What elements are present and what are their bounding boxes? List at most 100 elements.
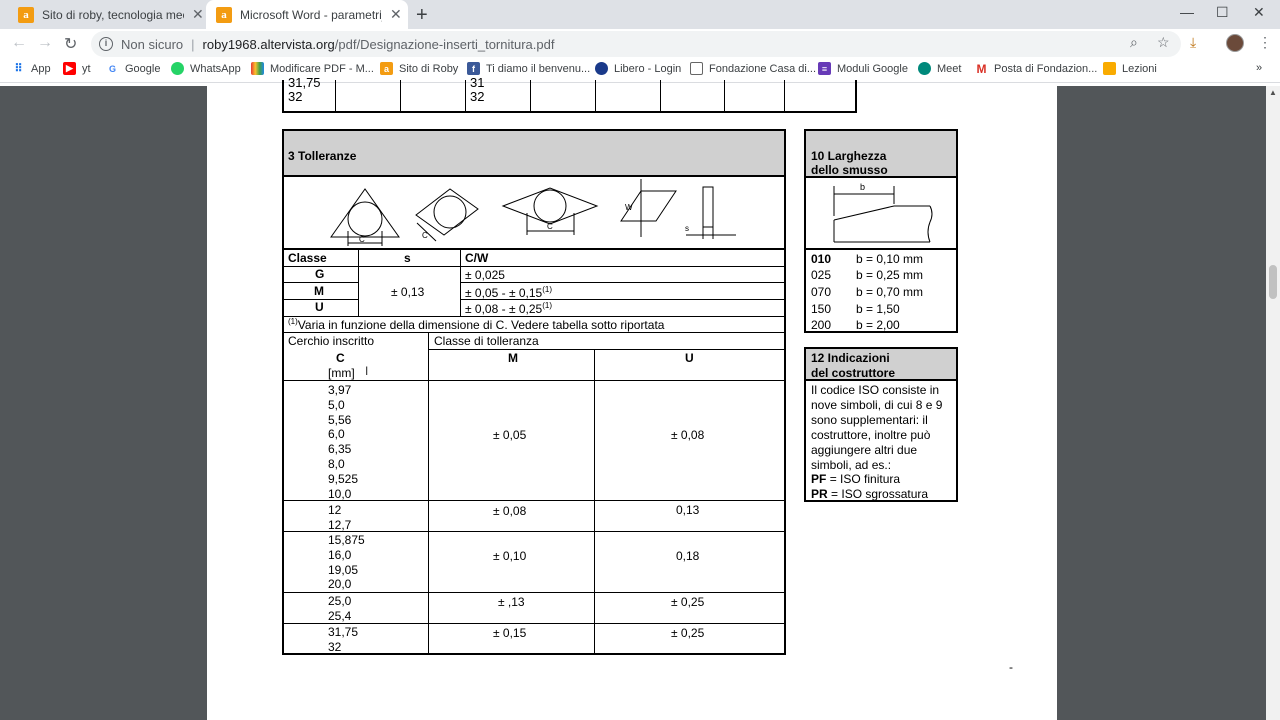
u-value: 0,13 [676,503,700,517]
bookmark-google[interactable]: G Google [106,62,161,75]
bookmark-label: yt [82,62,91,75]
scroll-up-icon[interactable]: ▲ [1269,88,1277,97]
altervista-icon: a [216,6,232,23]
meet-icon [918,62,931,75]
shape-label-c: C [547,222,553,231]
minimize-icon[interactable]: — [1180,4,1194,20]
menu-icon[interactable]: ⋮ [1258,34,1272,51]
chamfer-value: b = 2,00 [856,318,900,332]
bookmarks-overflow[interactable]: » [1256,62,1262,74]
tolleranze-header: 3 Tolleranze [284,131,784,177]
reload-icon[interactable]: ↻ [64,34,77,54]
bookmark-label: App [31,62,51,75]
tab-strip: a Sito di roby, tecnologia meccanic ✕ a … [0,0,1280,29]
section-title: 12 Indicazioni [811,351,890,365]
section-title: 10 Larghezza [811,149,887,163]
address-separator: | [191,36,195,52]
b-label: b [860,182,865,192]
larghezza-header: 10 Larghezza dello smusso [806,131,956,178]
bookmark-star-icon[interactable]: ☆ [1157,34,1170,51]
m-header: M [508,351,518,365]
c-values-group: 3,97 5,0 5,56 6,0 6,35 8,0 9,525 10,0 [328,383,359,501]
s-value: ± 0,13 [391,285,425,299]
bookmark-modificare-pdf[interactable]: Modificare PDF - M... [251,62,374,75]
m-value: ± ,13 [498,595,525,609]
maximize-icon[interactable]: ☐ [1216,4,1229,21]
tab-title: Sito di roby, tecnologia meccanic [42,7,184,22]
shape-label-s: s [685,224,689,233]
bookmark-sito-roby[interactable]: a Sito di Roby [380,62,458,75]
bookmark-meet[interactable]: Meet [918,62,961,75]
u-value: ± 0,25 [671,626,705,640]
c-unit: [mm] [328,366,355,380]
indicazioni-header: 12 Indicazioni del costruttore [806,349,956,381]
col-header-s: s [404,251,411,265]
bookmark-whatsapp[interactable]: WhatsApp [171,62,241,75]
classroom-icon [1103,62,1116,75]
page-mark: - [1009,660,1013,674]
bookmark-lezioni[interactable]: Lezioni [1103,62,1157,75]
m-value: ± 0,15 [493,626,527,640]
c-values-group: 25,0 25,4 [328,594,352,623]
footnote: (1)Varia in funzione della dimensione di… [288,317,665,332]
top-table-cell: 32 [470,89,485,104]
chamfer-code: 025 [811,268,832,282]
address-bar[interactable]: i Non sicuro | roby1968.altervista.org /… [91,31,1181,57]
document-icon [690,62,703,75]
tab-title: Microsoft Word - parametri_inse [240,7,382,22]
bookmark-fondazione[interactable]: Fondazione Casa di... [690,62,816,75]
cw-value: ± 0,05 - ± 0,15(1) [465,285,552,300]
chamfer-code: 010 [811,252,832,266]
bookmark-label: Meet [937,62,962,75]
forward-icon[interactable]: → [37,34,53,52]
back-icon[interactable]: ← [11,34,27,52]
u-value: ± 0,25 [671,595,705,609]
bookmark-libero[interactable]: Libero - Login [595,62,681,75]
bookmark-label: Posta di Fondazion... [994,62,1098,75]
chamfer-value: b = 0,70 mm [856,285,924,299]
pdf-viewer: 31,75 32 31 32 3 Tolleranze C C C W s Cl… [0,75,1280,720]
google-icon: G [108,63,116,74]
scrollbar-thumb[interactable] [1269,265,1277,299]
tab-sito-roby[interactable]: a Sito di roby, tecnologia meccanic ✕ [8,0,206,29]
bookmark-benvenuto[interactable]: f Ti diamo il benvenu... [467,62,590,75]
whatsapp-icon [171,62,184,75]
bookmark-label: Ti diamo il benvenu... [486,62,591,75]
close-icon[interactable]: ✕ [390,6,402,23]
classe-u: U [315,300,324,314]
m-value: ± 0,10 [493,549,527,563]
c-values-group: 12 12,7 [328,503,352,532]
bookmark-app[interactable]: ⠿ App [12,62,51,76]
bookmark-posta[interactable]: M Posta di Fondazion... [975,61,1098,76]
avatar[interactable] [1226,34,1244,52]
toolbar: ← → ↻ i Non sicuro | roby1968.altervista… [0,29,1280,58]
bookmark-moduli-google[interactable]: ≡ Moduli Google [818,62,908,75]
chamfer-value: b = 0,10 mm [856,252,924,266]
security-label: Non sicuro [121,36,184,52]
altervista-icon: a [18,6,34,23]
facebook-icon: f [467,62,480,75]
text-cursor-icon: I [365,364,369,378]
libero-icon [595,62,608,75]
tab-microsoft-word[interactable]: a Microsoft Word - parametri_inse ✕ [206,0,408,29]
bookmark-yt[interactable]: ▶ yt [63,62,91,75]
close-icon[interactable]: ✕ [192,6,204,23]
apps-grid-icon: ⠿ [14,63,23,75]
bookmark-label: Moduli Google [837,62,908,75]
window-close-icon[interactable]: ✕ [1253,4,1265,21]
more-bookmarks-icon: » [1256,62,1263,74]
m-value: ± 0,05 [493,428,527,442]
zoom-icon[interactable]: ⌕ [1130,34,1138,51]
download-icon[interactable]: ⤓ [1190,34,1196,51]
new-tab-button[interactable]: + [416,4,428,27]
gmail-icon: M [976,61,987,76]
scrollbar[interactable]: ▲ [1266,86,1280,720]
shape-label-c: C [359,235,365,244]
chamfer-code: 070 [811,285,832,299]
bookmark-label: Lezioni [1122,62,1157,75]
info-icon[interactable]: i [99,37,113,51]
chamfer-code: 200 [811,318,832,332]
bookmark-label: Modificare PDF - M... [270,62,374,75]
u-value: 0,18 [676,549,700,563]
youtube-icon: ▶ [63,62,76,75]
